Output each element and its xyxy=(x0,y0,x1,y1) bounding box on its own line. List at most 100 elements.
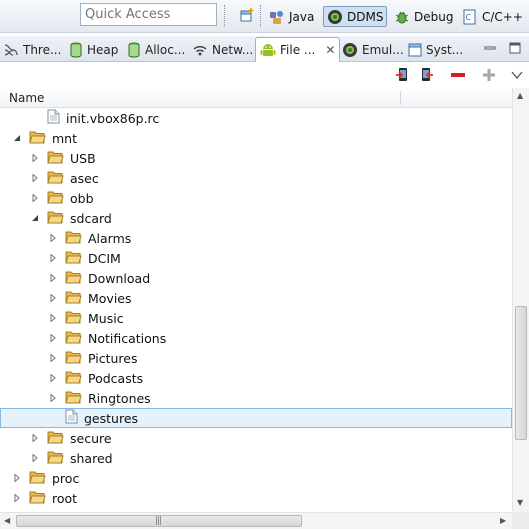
collapsed-triangle-icon[interactable] xyxy=(30,433,40,443)
tree-folder-row[interactable]: Pictures xyxy=(0,348,512,368)
horizontal-scroll-thumb[interactable]: ||| xyxy=(16,515,302,527)
collapsed-triangle-icon[interactable] xyxy=(30,193,40,203)
network-icon xyxy=(193,45,207,55)
tree-folder-row[interactable]: Notifications xyxy=(0,328,512,348)
svg-text:C: C xyxy=(466,13,472,22)
folder-icon xyxy=(65,290,82,307)
folder-icon xyxy=(47,430,64,447)
pull-file-icon[interactable] xyxy=(395,67,411,83)
view-menu-icon[interactable] xyxy=(509,67,525,83)
system-icon xyxy=(408,43,422,56)
tree-folder-row[interactable]: root xyxy=(0,488,512,508)
tree-item-label: Download xyxy=(88,270,151,286)
tree-item-label: asec xyxy=(70,170,99,186)
view-toolbar xyxy=(0,62,529,88)
main-toolbar: Java DDMS Debug C C/C++ xyxy=(0,0,529,33)
collapsed-triangle-icon[interactable] xyxy=(30,173,40,183)
open-perspective-icon[interactable] xyxy=(239,7,255,23)
vertical-scrollbar[interactable]: ▲ ▼ xyxy=(512,88,529,512)
vertical-scroll-thumb[interactable] xyxy=(515,306,527,440)
perspective-ddms[interactable]: DDMS xyxy=(323,6,388,27)
collapsed-triangle-icon[interactable] xyxy=(48,393,58,403)
tree-item-label: Movies xyxy=(88,290,132,306)
tree-folder-row[interactable]: mnt xyxy=(0,128,512,148)
tree-folder-row[interactable]: asec xyxy=(0,168,512,188)
tree-folder-row[interactable]: proc xyxy=(0,468,512,488)
tab-emulator[interactable]: Emul... xyxy=(342,38,404,61)
tab-system[interactable]: Syst... xyxy=(408,38,463,61)
horizontal-scrollbar[interactable]: ◀ ||| ▶ xyxy=(0,512,512,529)
tree-folder-row[interactable]: USB xyxy=(0,148,512,168)
tab-file-explorer[interactable]: File ... ✕ xyxy=(255,37,341,62)
tree-folder-row[interactable]: obb xyxy=(0,188,512,208)
perspective-debug[interactable]: Debug xyxy=(391,6,456,27)
java-perspective-icon xyxy=(270,10,283,24)
scroll-grip: ||| xyxy=(155,516,162,526)
collapsed-triangle-icon[interactable] xyxy=(48,333,58,343)
column-header-name[interactable]: Name xyxy=(0,88,512,108)
close-tab-icon[interactable]: ✕ xyxy=(325,43,335,57)
folder-icon xyxy=(65,230,82,247)
folder-icon xyxy=(47,210,64,227)
tree-item-label: mnt xyxy=(52,130,77,146)
collapsed-triangle-icon[interactable] xyxy=(48,233,58,243)
tab-network-label: Netw... xyxy=(212,42,254,57)
folder-icon xyxy=(47,450,64,467)
tree-item-label: proc xyxy=(52,470,80,486)
perspective-debug-label: Debug xyxy=(414,9,454,24)
tree-folder-row[interactable]: Ringtones xyxy=(0,388,512,408)
scroll-right-icon[interactable]: ▶ xyxy=(500,516,506,525)
quick-access-input[interactable] xyxy=(80,3,217,26)
collapsed-triangle-icon[interactable] xyxy=(48,373,58,383)
tree-item-label: Pictures xyxy=(88,350,138,366)
tree-folder-row[interactable]: secure xyxy=(0,428,512,448)
expanded-triangle-icon[interactable] xyxy=(30,213,40,223)
toolbar-separator xyxy=(260,5,262,27)
collapsed-triangle-icon[interactable] xyxy=(12,473,22,483)
folder-icon xyxy=(65,310,82,327)
collapsed-triangle-icon[interactable] xyxy=(48,253,58,263)
perspective-java-label: Java xyxy=(289,9,315,24)
collapsed-triangle-icon[interactable] xyxy=(30,153,40,163)
collapsed-triangle-icon[interactable] xyxy=(48,353,58,363)
minimize-icon[interactable] xyxy=(484,42,496,54)
perspective-cpp-label: C/C++ xyxy=(482,9,523,24)
tree-folder-row[interactable]: sdcard xyxy=(0,208,512,228)
collapsed-triangle-icon[interactable] xyxy=(30,453,40,463)
tree-folder-row[interactable]: Music xyxy=(0,308,512,328)
push-file-icon[interactable] xyxy=(418,67,434,83)
folder-icon xyxy=(65,250,82,267)
expanded-triangle-icon[interactable] xyxy=(12,133,22,143)
tree-folder-row[interactable]: shared xyxy=(0,448,512,468)
perspective-java[interactable]: Java xyxy=(266,6,317,27)
tree-folder-row[interactable]: Podcasts xyxy=(0,368,512,388)
scroll-down-icon[interactable]: ▼ xyxy=(517,498,523,507)
tree-file-row[interactable]: init.vbox86p.rc xyxy=(0,108,512,128)
tab-heap[interactable]: Heap xyxy=(69,38,118,61)
tree-folder-row[interactable]: Alarms xyxy=(0,228,512,248)
scroll-left-icon[interactable]: ◀ xyxy=(4,516,10,525)
tree-file-row[interactable]: gestures xyxy=(0,408,512,428)
delete-icon[interactable] xyxy=(450,67,466,83)
tab-network[interactable]: Netw... xyxy=(192,38,253,61)
tree-item-label: sdcard xyxy=(70,210,112,226)
tab-threads[interactable]: Thre... xyxy=(3,38,61,61)
perspective-cpp[interactable]: C C/C++ xyxy=(459,6,526,27)
folder-icon xyxy=(29,490,46,507)
collapsed-triangle-icon[interactable] xyxy=(12,493,22,503)
new-folder-icon[interactable] xyxy=(481,67,497,83)
maximize-icon[interactable] xyxy=(509,42,521,54)
collapsed-triangle-icon[interactable] xyxy=(48,313,58,323)
tree-folder-row[interactable]: Movies xyxy=(0,288,512,308)
scroll-up-icon[interactable]: ▲ xyxy=(517,91,523,100)
collapsed-triangle-icon[interactable] xyxy=(48,293,58,303)
collapsed-triangle-icon[interactable] xyxy=(48,273,58,283)
tree-folder-row[interactable]: DCIM xyxy=(0,248,512,268)
tree-folder-row[interactable]: Download xyxy=(0,268,512,288)
tree-item-label: Music xyxy=(88,310,124,326)
folder-icon xyxy=(47,150,64,167)
toolbar-separator xyxy=(224,5,226,27)
tab-file-explorer-label: File ... xyxy=(280,43,316,57)
tab-allocation[interactable]: Alloc... xyxy=(127,38,185,61)
